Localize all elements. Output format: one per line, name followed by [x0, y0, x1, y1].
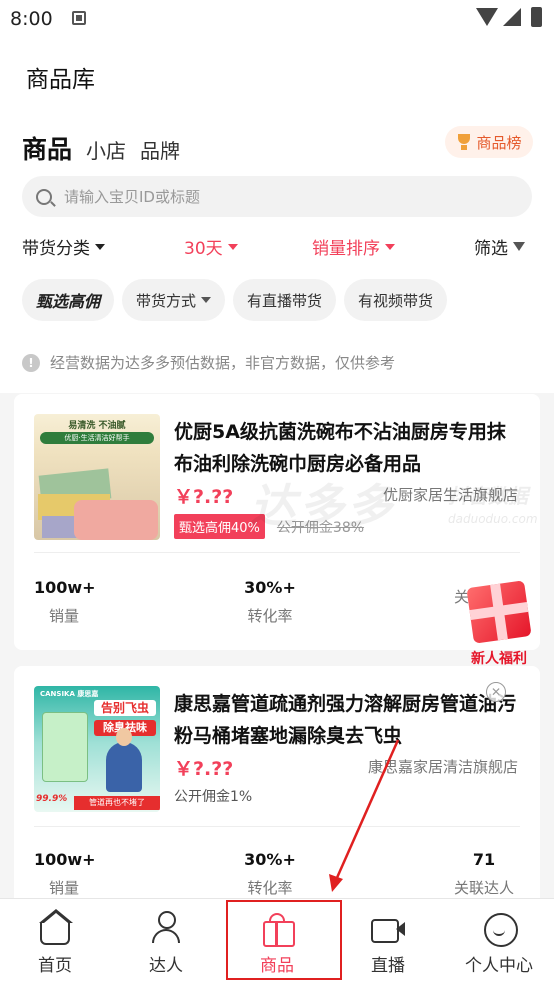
filter-screen[interactable]: 筛选	[474, 234, 525, 259]
watermark-logo: 达多多	[250, 479, 394, 533]
shop-name: 康思嘉家居清洁旗舰店	[367, 758, 518, 776]
stat-label: 转化率	[247, 879, 293, 897]
top-panel: 8:00 商品库 商品 小店 品牌 商品榜 带货分类 30天	[0, 0, 554, 393]
filter-sort[interactable]: 销量排序	[312, 234, 395, 259]
divider	[34, 552, 520, 553]
nav-label: 直播	[371, 956, 405, 976]
product-image: 易清洗 不油腻 优厨·生活清洁好帮手	[34, 414, 160, 540]
nav-influencers[interactable]: 达人	[111, 899, 221, 985]
status-bar: 8:00	[0, 0, 554, 40]
filter-category[interactable]: 带货分类	[22, 234, 105, 259]
stat-value: 30%+	[244, 850, 296, 869]
product-rank-button[interactable]: 商品榜	[445, 126, 533, 158]
gift-label: 新人福利	[471, 651, 527, 667]
stat-label: 关联达人	[453, 879, 514, 897]
battery-icon	[531, 7, 542, 27]
filter-days[interactable]: 30天	[184, 234, 238, 259]
product-name: 康思嘉管道疏通剂强力溶解厨房管道油污粉马桶堵塞地漏除臭去飞虫	[174, 693, 517, 747]
home-icon	[39, 909, 73, 945]
gift-box-icon	[466, 580, 532, 644]
product-image-strip: 管道再也不堵了	[74, 796, 160, 810]
info-icon: !	[22, 353, 40, 372]
trophy-icon	[456, 133, 472, 151]
filter-sort-label: 销量排序	[312, 239, 380, 259]
product-image-text: 易清洗 不油腻	[68, 421, 126, 431]
filter-bar: 带货分类 30天 销量排序 筛选	[0, 232, 554, 262]
divider	[34, 826, 520, 827]
stat-label: 销量	[48, 879, 79, 897]
chip-high-commission[interactable]: 甄选高佣	[22, 279, 115, 321]
chevron-down-icon	[385, 243, 395, 250]
nav-label: 达人	[149, 956, 183, 976]
stat-value: 100w+	[34, 578, 96, 597]
chip-sales-method-label: 带货方式	[136, 291, 197, 310]
stat-related-influencers: 71 关联达人	[444, 850, 524, 898]
chevron-down-icon	[201, 297, 212, 303]
nav-live[interactable]: 直播	[333, 899, 443, 985]
nav-home[interactable]: 首页	[0, 899, 110, 985]
status-time: 8:00	[10, 8, 53, 30]
close-icon[interactable]: ✕	[486, 682, 506, 702]
stat-label: 转化率	[247, 607, 293, 625]
filter-days-label: 30天	[184, 239, 223, 259]
public-commission: 公开佣金1%	[174, 789, 253, 805]
search-icon	[36, 188, 52, 205]
disclaimer-text: 经营数据为达多多预估数据，非官方数据，仅供参考	[50, 354, 396, 372]
watermark-url: daduoduo.com	[448, 512, 538, 526]
funnel-icon	[513, 242, 525, 251]
product-image-subtext: 优厨·生活清洁好帮手	[40, 432, 154, 444]
nav-label: 首页	[38, 956, 72, 976]
app-screen: 8:00 商品库 商品 小店 品牌 商品榜 带货分类 30天	[0, 0, 554, 985]
product-image-brand: CANSIKA 康思嘉	[40, 690, 99, 698]
watermark-sub: 抖音数据	[448, 484, 528, 508]
quick-filter-chips: 甄选高佣 带货方式 有直播带货 有视频带货	[22, 279, 455, 321]
video-camera-icon	[371, 911, 405, 945]
nav-profile[interactable]: 个人中心	[444, 899, 554, 985]
stat-conversion: 30%+ 转化率	[240, 578, 300, 626]
chip-live-selling[interactable]: 有直播带货	[233, 279, 337, 321]
product-rank-label: 商品榜	[476, 133, 522, 152]
product-price: ￥?.??	[174, 758, 234, 780]
chip-sales-method[interactable]: 带货方式	[122, 279, 226, 321]
signal-icon	[503, 8, 521, 26]
product-card[interactable]: CANSIKA 康思嘉 告别飞虫 除臭祛味 99.9% 管道再也不堵了 康思嘉管…	[14, 666, 540, 906]
annotation-highlight-box	[226, 900, 342, 980]
user-check-icon	[149, 911, 183, 945]
stat-value: 71	[472, 850, 496, 869]
filter-screen-label: 筛选	[474, 239, 508, 259]
stat-label: 销量	[48, 607, 79, 625]
notification-icon	[72, 11, 86, 25]
tab-brands[interactable]: 品牌	[140, 135, 180, 164]
product-image: CANSIKA 康思嘉 告别飞虫 除臭祛味 99.9% 管道再也不堵了	[34, 686, 160, 812]
page-title: 商品库	[26, 67, 95, 93]
stat-sales: 100w+ 销量	[34, 850, 96, 898]
filter-category-label: 带货分类	[22, 239, 90, 259]
stat-value: 100w+	[34, 850, 96, 869]
smiley-icon	[482, 911, 518, 947]
chevron-down-icon	[95, 243, 105, 250]
product-price: ￥?.??	[174, 486, 234, 508]
category-tabs: 商品 小店 品牌	[22, 130, 194, 164]
commission-tags: 公开佣金1%	[174, 786, 252, 806]
product-image-text: 告别飞虫	[94, 700, 156, 716]
chip-video-selling[interactable]: 有视频带货	[344, 279, 448, 321]
search-input[interactable]	[64, 187, 504, 206]
stat-conversion: 30%+ 转化率	[240, 850, 300, 898]
stat-value: 30%+	[244, 578, 296, 597]
newcomer-gift-popup[interactable]: 新人福利	[460, 576, 538, 670]
data-disclaimer: ! 经营数据为达多多预估数据，非官方数据，仅供参考	[22, 352, 395, 373]
tab-shops[interactable]: 小店	[86, 135, 126, 164]
wifi-icon	[476, 8, 498, 26]
tab-products[interactable]: 商品	[22, 130, 72, 166]
chevron-down-icon	[227, 243, 238, 250]
product-image-percent: 99.9%	[36, 794, 68, 804]
search-bar[interactable]	[22, 176, 532, 217]
nav-label: 个人中心	[465, 956, 533, 976]
stat-sales: 100w+ 销量	[34, 578, 96, 626]
